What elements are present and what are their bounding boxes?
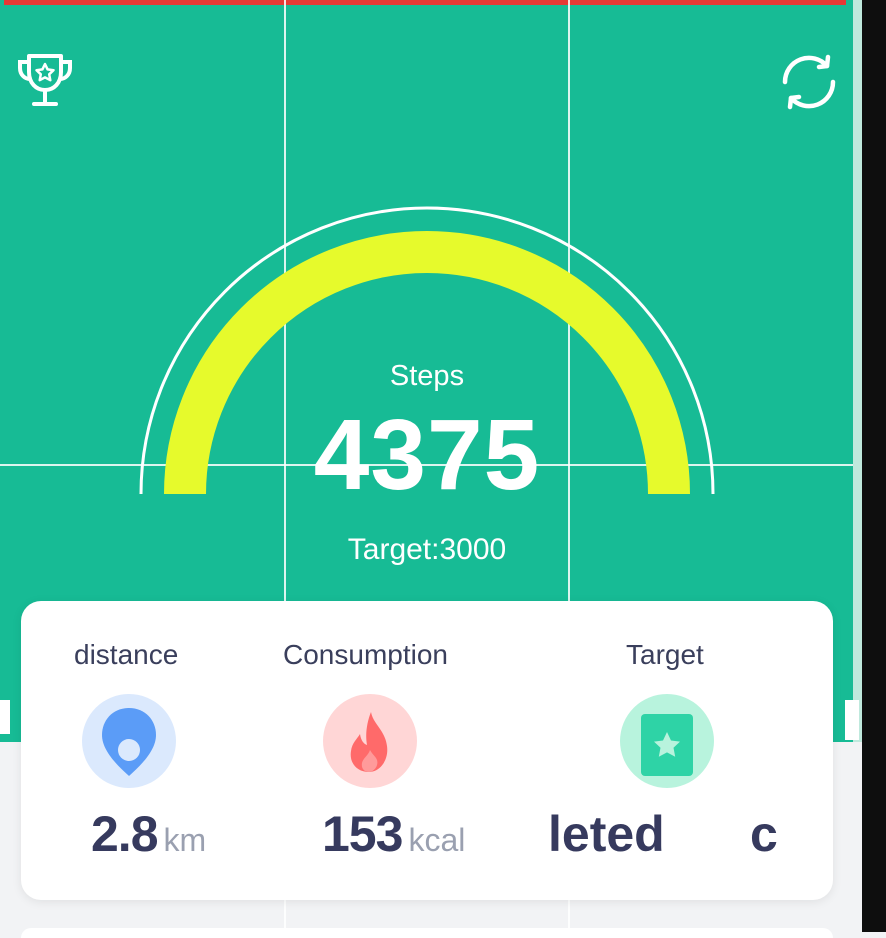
flame-icon bbox=[350, 712, 388, 772]
steps-label: Steps bbox=[389, 360, 465, 392]
location-pin-icon bbox=[102, 708, 156, 776]
consumption-value: 153 bbox=[322, 806, 403, 862]
distance-icon-circle bbox=[82, 694, 176, 788]
screen-edge bbox=[862, 0, 886, 932]
stats-card: distance 2.8 km Consumption 153 kcal Targe… bbox=[21, 601, 833, 900]
target-title: Target bbox=[626, 639, 704, 670]
next-card-peek bbox=[21, 928, 833, 938]
distance-stat: 2.8 km bbox=[91, 805, 206, 863]
target-label: Target:3000 bbox=[347, 533, 507, 566]
distance-title: distance bbox=[74, 639, 179, 670]
target-status-partial: leted bbox=[548, 806, 665, 862]
steps-count: 4375 bbox=[313, 399, 541, 511]
target-icon-circle bbox=[620, 694, 714, 788]
consumption-stat: 153 kcal bbox=[322, 805, 465, 863]
next-stat-partial: c bbox=[750, 806, 778, 862]
consumption-title: Consumption bbox=[283, 639, 448, 670]
consumption-unit: kcal bbox=[408, 822, 466, 858]
background-fragment-left bbox=[0, 700, 10, 734]
star-badge-icon bbox=[641, 714, 693, 776]
consumption-icon-circle bbox=[323, 694, 417, 788]
distance-unit: km bbox=[163, 822, 207, 858]
background-fragment-right bbox=[845, 700, 859, 740]
distance-value: 2.8 bbox=[91, 806, 159, 862]
